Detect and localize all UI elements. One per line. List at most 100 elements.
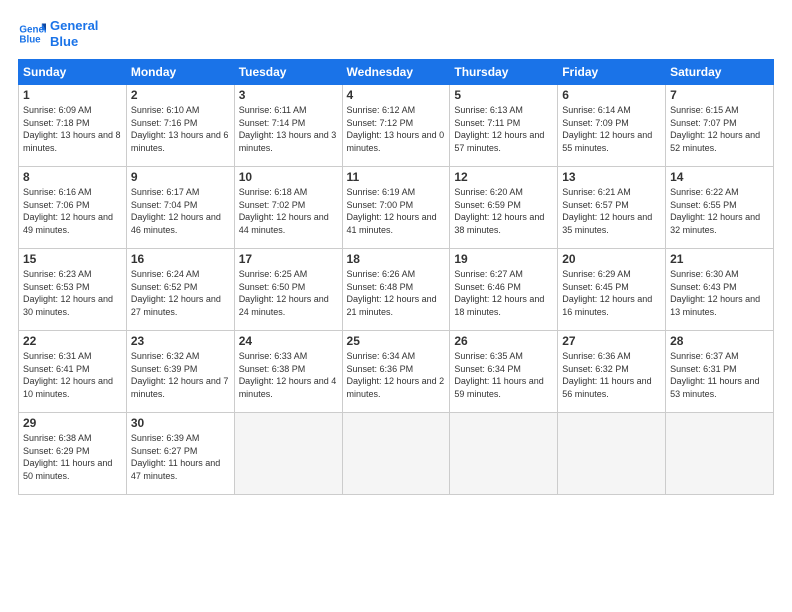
day-number: 23 [131, 334, 230, 348]
day-info: Sunrise: 6:37 AM Sunset: 6:31 PM Dayligh… [670, 350, 769, 400]
daylight: Daylight: 12 hours and 38 minutes. [454, 211, 553, 236]
daylight: Daylight: 12 hours and 44 minutes. [239, 211, 338, 236]
table-row: 30 Sunrise: 6:39 AM Sunset: 6:27 PM Dayl… [126, 413, 234, 495]
daylight: Daylight: 13 hours and 8 minutes. [23, 129, 122, 154]
sunrise: Sunrise: 6:36 AM [562, 350, 661, 363]
day-info: Sunrise: 6:19 AM Sunset: 7:00 PM Dayligh… [347, 186, 446, 236]
day-number: 22 [23, 334, 122, 348]
sunrise: Sunrise: 6:13 AM [454, 104, 553, 117]
sunrise: Sunrise: 6:18 AM [239, 186, 338, 199]
sunrise: Sunrise: 6:10 AM [131, 104, 230, 117]
table-row [558, 413, 666, 495]
daylight: Daylight: 12 hours and 16 minutes. [562, 293, 661, 318]
table-row: 19 Sunrise: 6:27 AM Sunset: 6:46 PM Dayl… [450, 249, 558, 331]
sunset: Sunset: 7:18 PM [23, 117, 122, 130]
day-info: Sunrise: 6:36 AM Sunset: 6:32 PM Dayligh… [562, 350, 661, 400]
daylight: Daylight: 12 hours and 57 minutes. [454, 129, 553, 154]
day-number: 25 [347, 334, 446, 348]
daylight: Daylight: 12 hours and 49 minutes. [23, 211, 122, 236]
sunrise: Sunrise: 6:11 AM [239, 104, 338, 117]
sunrise: Sunrise: 6:31 AM [23, 350, 122, 363]
daylight: Daylight: 11 hours and 47 minutes. [131, 457, 230, 482]
sunrise: Sunrise: 6:19 AM [347, 186, 446, 199]
sunrise: Sunrise: 6:32 AM [131, 350, 230, 363]
sunset: Sunset: 6:41 PM [23, 363, 122, 376]
svg-text:Blue: Blue [19, 34, 41, 45]
daylight: Daylight: 12 hours and 10 minutes. [23, 375, 122, 400]
table-row: 25 Sunrise: 6:34 AM Sunset: 6:36 PM Dayl… [342, 331, 450, 413]
sunset: Sunset: 7:06 PM [23, 199, 122, 212]
table-row: 24 Sunrise: 6:33 AM Sunset: 6:38 PM Dayl… [234, 331, 342, 413]
sunset: Sunset: 6:48 PM [347, 281, 446, 294]
sunset: Sunset: 6:50 PM [239, 281, 338, 294]
sunset: Sunset: 7:09 PM [562, 117, 661, 130]
table-row [234, 413, 342, 495]
day-info: Sunrise: 6:26 AM Sunset: 6:48 PM Dayligh… [347, 268, 446, 318]
day-number: 17 [239, 252, 338, 266]
day-number: 27 [562, 334, 661, 348]
day-info: Sunrise: 6:09 AM Sunset: 7:18 PM Dayligh… [23, 104, 122, 154]
sunset: Sunset: 6:32 PM [562, 363, 661, 376]
sunset: Sunset: 6:34 PM [454, 363, 553, 376]
sunrise: Sunrise: 6:33 AM [239, 350, 338, 363]
table-row: 1 Sunrise: 6:09 AM Sunset: 7:18 PM Dayli… [19, 85, 127, 167]
day-number: 5 [454, 88, 553, 102]
sunset: Sunset: 6:45 PM [562, 281, 661, 294]
day-info: Sunrise: 6:38 AM Sunset: 6:29 PM Dayligh… [23, 432, 122, 482]
table-row: 10 Sunrise: 6:18 AM Sunset: 7:02 PM Dayl… [234, 167, 342, 249]
sunset: Sunset: 6:31 PM [670, 363, 769, 376]
table-row: 12 Sunrise: 6:20 AM Sunset: 6:59 PM Dayl… [450, 167, 558, 249]
sunrise: Sunrise: 6:29 AM [562, 268, 661, 281]
sunset: Sunset: 7:11 PM [454, 117, 553, 130]
table-row: 29 Sunrise: 6:38 AM Sunset: 6:29 PM Dayl… [19, 413, 127, 495]
daylight: Daylight: 12 hours and 55 minutes. [562, 129, 661, 154]
table-row: 17 Sunrise: 6:25 AM Sunset: 6:50 PM Dayl… [234, 249, 342, 331]
day-number: 16 [131, 252, 230, 266]
sunset: Sunset: 6:53 PM [23, 281, 122, 294]
daylight: Daylight: 12 hours and 7 minutes. [131, 375, 230, 400]
day-number: 28 [670, 334, 769, 348]
table-row: 9 Sunrise: 6:17 AM Sunset: 7:04 PM Dayli… [126, 167, 234, 249]
day-number: 14 [670, 170, 769, 184]
table-row [450, 413, 558, 495]
sunrise: Sunrise: 6:12 AM [347, 104, 446, 117]
sunset: Sunset: 6:29 PM [23, 445, 122, 458]
day-number: 8 [23, 170, 122, 184]
header: General Blue General Blue [18, 18, 774, 49]
sunrise: Sunrise: 6:37 AM [670, 350, 769, 363]
daylight: Daylight: 12 hours and 2 minutes. [347, 375, 446, 400]
sunrise: Sunrise: 6:22 AM [670, 186, 769, 199]
header-thursday: Thursday [450, 60, 558, 85]
day-info: Sunrise: 6:14 AM Sunset: 7:09 PM Dayligh… [562, 104, 661, 154]
daylight: Daylight: 11 hours and 59 minutes. [454, 375, 553, 400]
table-row: 13 Sunrise: 6:21 AM Sunset: 6:57 PM Dayl… [558, 167, 666, 249]
sunset: Sunset: 7:02 PM [239, 199, 338, 212]
calendar-week-row: 1 Sunrise: 6:09 AM Sunset: 7:18 PM Dayli… [19, 85, 774, 167]
table-row: 20 Sunrise: 6:29 AM Sunset: 6:45 PM Dayl… [558, 249, 666, 331]
day-number: 9 [131, 170, 230, 184]
table-row: 6 Sunrise: 6:14 AM Sunset: 7:09 PM Dayli… [558, 85, 666, 167]
day-number: 3 [239, 88, 338, 102]
day-info: Sunrise: 6:35 AM Sunset: 6:34 PM Dayligh… [454, 350, 553, 400]
daylight: Daylight: 11 hours and 50 minutes. [23, 457, 122, 482]
day-info: Sunrise: 6:31 AM Sunset: 6:41 PM Dayligh… [23, 350, 122, 400]
day-number: 10 [239, 170, 338, 184]
day-info: Sunrise: 6:21 AM Sunset: 6:57 PM Dayligh… [562, 186, 661, 236]
daylight: Daylight: 13 hours and 0 minutes. [347, 129, 446, 154]
calendar: Sunday Monday Tuesday Wednesday Thursday… [18, 59, 774, 495]
table-row: 4 Sunrise: 6:12 AM Sunset: 7:12 PM Dayli… [342, 85, 450, 167]
day-number: 6 [562, 88, 661, 102]
sunset: Sunset: 6:55 PM [670, 199, 769, 212]
daylight: Daylight: 12 hours and 18 minutes. [454, 293, 553, 318]
daylight: Daylight: 12 hours and 35 minutes. [562, 211, 661, 236]
header-saturday: Saturday [666, 60, 774, 85]
sunrise: Sunrise: 6:30 AM [670, 268, 769, 281]
daylight: Daylight: 11 hours and 56 minutes. [562, 375, 661, 400]
sunrise: Sunrise: 6:09 AM [23, 104, 122, 117]
day-info: Sunrise: 6:10 AM Sunset: 7:16 PM Dayligh… [131, 104, 230, 154]
table-row: 3 Sunrise: 6:11 AM Sunset: 7:14 PM Dayli… [234, 85, 342, 167]
day-info: Sunrise: 6:24 AM Sunset: 6:52 PM Dayligh… [131, 268, 230, 318]
day-number: 18 [347, 252, 446, 266]
calendar-week-row: 15 Sunrise: 6:23 AM Sunset: 6:53 PM Dayl… [19, 249, 774, 331]
daylight: Daylight: 12 hours and 46 minutes. [131, 211, 230, 236]
